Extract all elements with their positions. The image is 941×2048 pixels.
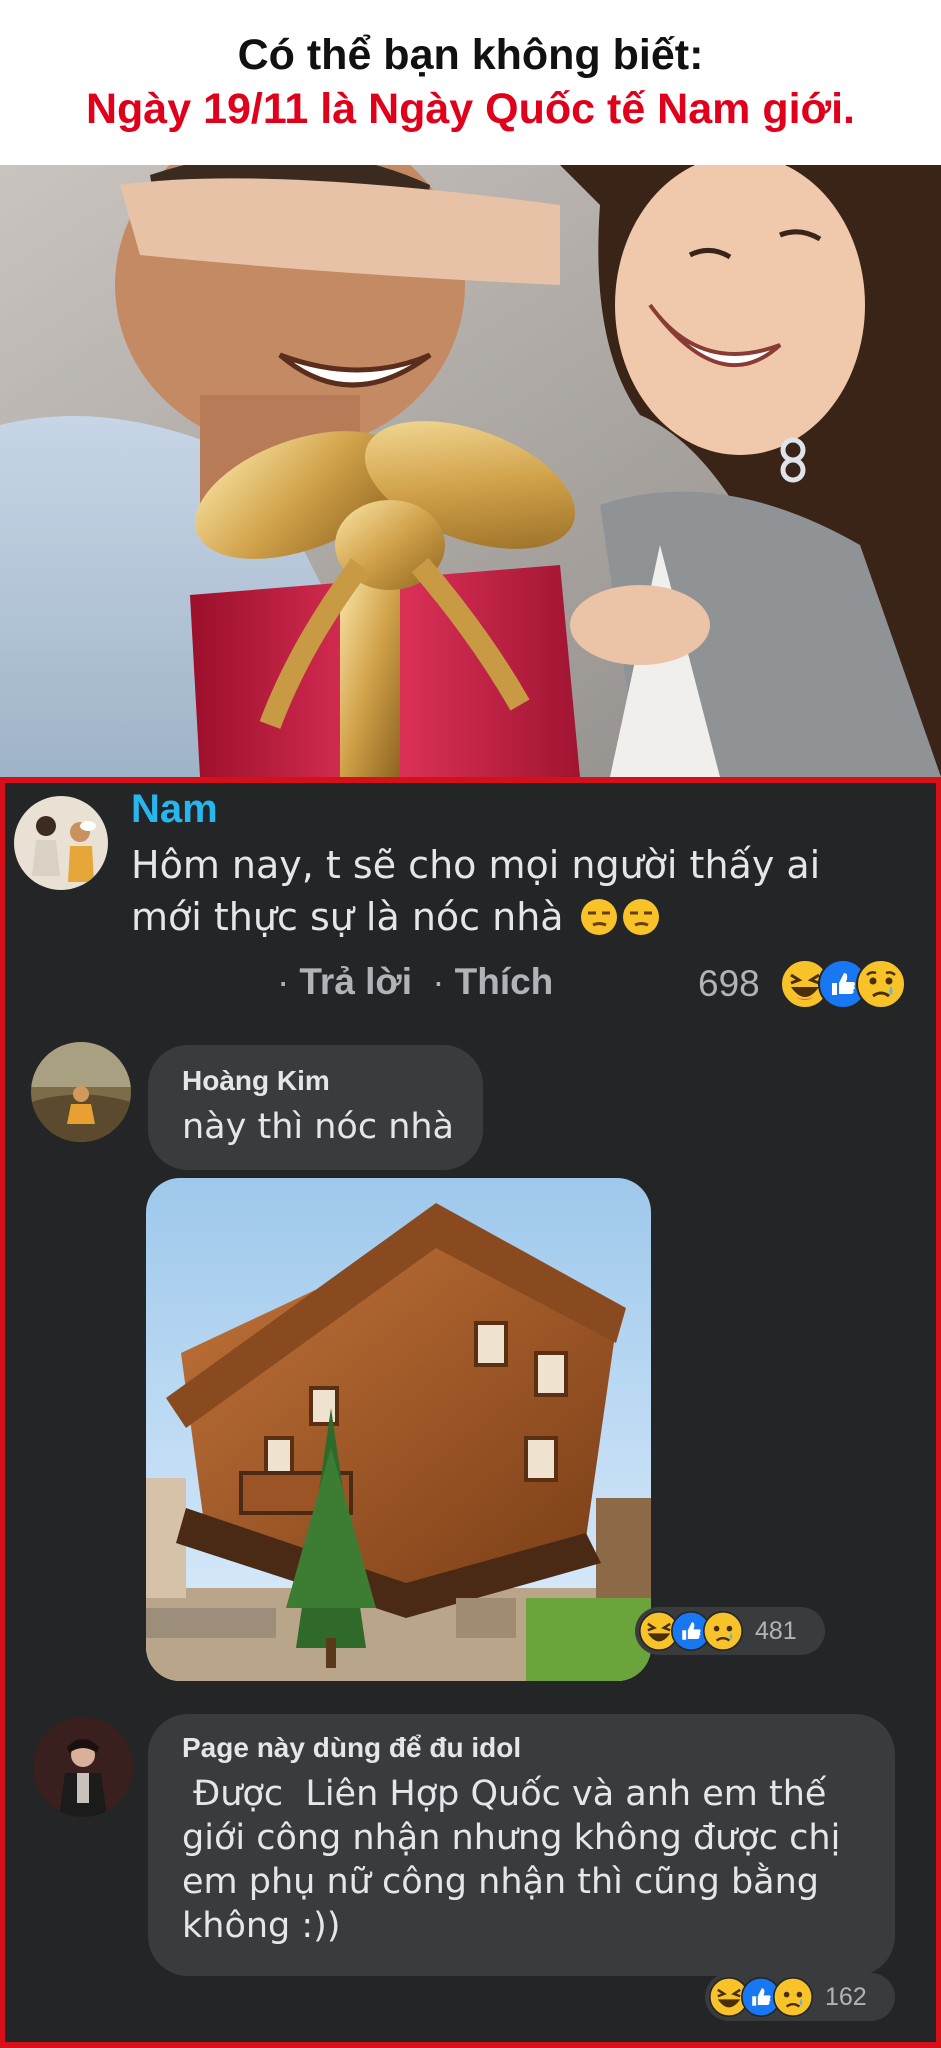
caption-subtitle: Ngày 19/11 là Ngày Quốc tế Nam giới. bbox=[85, 85, 856, 133]
comment-text-line-2: mới thực sự là nóc nhà bbox=[131, 895, 564, 939]
comment-text-line: Được Liên Hợp Quốc và anh em thế bbox=[182, 1774, 827, 1814]
comment-panel: Nam Hôm nay, t sẽ cho mọi người thấy ai … bbox=[0, 777, 941, 2048]
caption-title: Có thể bạn không biết: bbox=[237, 31, 704, 79]
comment-author-hoang-kim[interactable]: Hoàng Kim bbox=[182, 1065, 330, 1097]
avatar-hoang-kim[interactable] bbox=[31, 1042, 131, 1142]
comment-bubble-hoang-kim: Hoàng Kim này thì nóc nhà bbox=[148, 1045, 483, 1170]
caption-header: Có thể bạn không biết: Ngày 19/11 là Ngà… bbox=[0, 0, 941, 165]
sad-reaction-icon bbox=[703, 1611, 743, 1651]
avatar-page-idol[interactable] bbox=[33, 1717, 133, 1817]
reaction-count-hoang-kim: 481 bbox=[755, 1617, 797, 1645]
comment-text-line: giới công nhận nhưng không được chị bbox=[182, 1818, 841, 1858]
reply-link[interactable]: Trả lời bbox=[299, 961, 412, 1002]
hero-photo bbox=[0, 165, 941, 777]
comment-text-line: không :)) bbox=[182, 1906, 341, 1946]
comment-text-hoang-kim: này thì nóc nhà bbox=[182, 1107, 455, 1147]
comment-author-page-idol[interactable]: Page này dùng để đu idol bbox=[182, 1732, 521, 1764]
comment-text-page-idol: Được Liên Hợp Quốc và anh em thế giới cô… bbox=[182, 1772, 882, 1948]
comment-thread: Nam Hôm nay, t sẽ cho mọi người thấy ai … bbox=[5, 783, 936, 2042]
avatar-nam[interactable] bbox=[14, 796, 108, 890]
sad-reaction-icon bbox=[856, 959, 906, 1009]
sad-reaction-icon bbox=[773, 1977, 813, 2017]
comment-text-line: em phụ nữ công nhận thì cũng bằng bbox=[182, 1862, 820, 1902]
comment-text-nam: Hôm nay, t sẽ cho mọi người thấy ai mới … bbox=[131, 839, 921, 943]
comment-author-nam[interactable]: Nam bbox=[131, 787, 218, 832]
comment-actions-nam: · Trả lời · Thích bbox=[277, 961, 554, 1002]
comment-photo-upside-down-house[interactable] bbox=[146, 1178, 651, 1681]
comment-text-line: Hôm nay, t sẽ cho mọi người thấy ai bbox=[131, 843, 821, 887]
comment-text-line: mới thực sự là nóc nhà bbox=[131, 891, 921, 943]
unamused-face-icon bbox=[622, 898, 660, 936]
reaction-icons-nam[interactable] bbox=[780, 959, 920, 1009]
like-link[interactable]: Thích bbox=[455, 961, 554, 1002]
unamused-face-icon bbox=[580, 898, 618, 936]
reaction-count-nam[interactable]: 698 bbox=[698, 963, 760, 1005]
reaction-pill-page-idol[interactable]: 162 bbox=[705, 1973, 895, 2021]
reaction-count-page-idol: 162 bbox=[825, 1983, 867, 2011]
reaction-pill-hoang-kim[interactable]: 481 bbox=[635, 1607, 825, 1655]
comment-bubble-page-idol: Page này dùng để đu idol Được Liên Hợp Q… bbox=[148, 1714, 895, 1976]
